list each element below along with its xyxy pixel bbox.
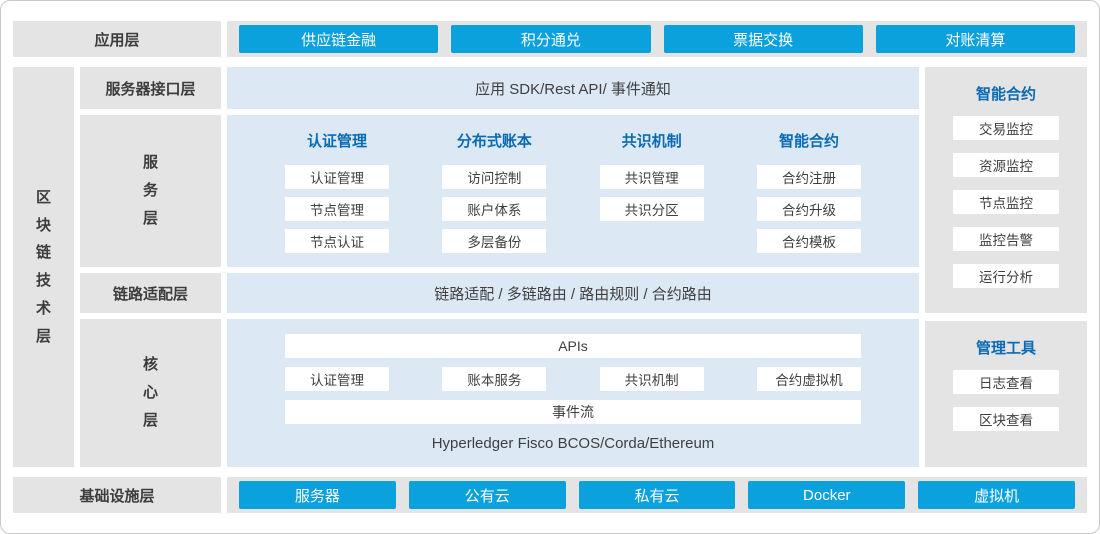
infra-layer-strip: 服务器 公有云 私有云 Docker 虚拟机: [227, 477, 1087, 513]
column-header: 分布式账本: [442, 129, 546, 151]
core-item: 认证管理: [285, 367, 389, 391]
core-layer-label: 核心层: [80, 319, 221, 467]
infra-button-private-cloud: 私有云: [579, 481, 736, 509]
event-stream-bar: 事件流: [285, 400, 861, 424]
infra-layer-label: 基础设施层: [13, 477, 221, 513]
sdk-bar: 应用 SDK/Rest API/ 事件通知: [227, 67, 919, 109]
app-layer-strip: 供应链金融 积分通兑 票据交换 对账清算: [227, 21, 1087, 57]
panel-header: 智能合约: [953, 83, 1059, 103]
service-layer-box: 认证管理 认证管理 节点管理 节点认证 分布式账本 访问控制 账户体系 多层备份…: [227, 115, 919, 267]
infra-button-server: 服务器: [239, 481, 396, 509]
service-item: 合约升级: [757, 197, 861, 221]
link-layer-label: 链路适配层: [80, 273, 221, 313]
core-item: 共识机制: [600, 367, 704, 391]
service-item: 节点管理: [285, 197, 389, 221]
service-column-smart-contract: 智能合约 合约注册 合约升级 合约模板: [757, 129, 861, 255]
core-layer-box: APIs 认证管理 账本服务 共识机制 合约虚拟机 事件流 Hyperledge…: [227, 319, 919, 467]
core-item: 合约虚拟机: [757, 367, 861, 391]
panel-header: 管理工具: [953, 337, 1059, 357]
interface-layer-label: 服务器接口层: [80, 67, 221, 109]
service-column-auth: 认证管理 认证管理 节点管理 节点认证: [285, 129, 389, 255]
infra-button-docker: Docker: [748, 481, 905, 509]
app-button-supply-chain-finance: 供应链金融: [239, 25, 438, 53]
smart-contract-panel: 智能合约 交易监控 资源监控 节点监控 监控告警 运行分析: [925, 67, 1087, 313]
panel-item: 监控告警: [953, 227, 1059, 251]
link-layer-row: 链路适配层 链路适配 / 多链路由 / 路由规则 / 合约路由: [80, 273, 919, 313]
column-header: 认证管理: [285, 129, 389, 151]
service-column-ledger: 分布式账本 访问控制 账户体系 多层备份: [442, 129, 546, 255]
panel-item: 节点监控: [953, 190, 1059, 214]
panel-item: 区块查看: [953, 407, 1059, 431]
core-layer-row: 核心层 APIs 认证管理 账本服务 共识机制 合约虚拟机 事件流 Hyperl…: [80, 319, 919, 467]
service-item: 共识管理: [600, 165, 704, 189]
core-items-row: 认证管理 账本服务 共识机制 合约虚拟机: [285, 367, 861, 391]
app-button-points-exchange: 积分通兑: [451, 25, 650, 53]
service-layer-row: 服务层 认证管理 认证管理 节点管理 节点认证 分布式账本 访问控制 账户体系 …: [80, 115, 919, 267]
core-item: 账本服务: [442, 367, 546, 391]
right-panels: 智能合约 交易监控 资源监控 节点监控 监控告警 运行分析 管理工具 日志查看 …: [925, 67, 1087, 467]
panel-item: 运行分析: [953, 264, 1059, 288]
blockchain-tech-band: 区块链技术层 服务器接口层 应用 SDK/Rest API/ 事件通知 服务层 …: [13, 67, 1087, 467]
infra-button-vm: 虚拟机: [918, 481, 1075, 509]
app-button-bill-exchange: 票据交换: [664, 25, 863, 53]
management-tools-panel: 管理工具 日志查看 区块查看: [925, 321, 1087, 467]
link-bar: 链路适配 / 多链路由 / 路由规则 / 合约路由: [227, 273, 919, 313]
app-layer-row: 应用层 供应链金融 积分通兑 票据交换 对账清算: [13, 21, 1087, 57]
architecture-diagram: 应用层 供应链金融 积分通兑 票据交换 对账清算 区块链技术层 服务器接口层 应…: [0, 0, 1100, 534]
panel-item: 资源监控: [953, 153, 1059, 177]
panel-item: 日志查看: [953, 370, 1059, 394]
blockchain-tech-layer-label: 区块链技术层: [13, 67, 74, 467]
service-column-consensus: 共识机制 共识管理 共识分区: [600, 129, 704, 255]
column-header: 共识机制: [600, 129, 704, 151]
service-item: 共识分区: [600, 197, 704, 221]
panel-item: 交易监控: [953, 116, 1059, 140]
infra-button-public-cloud: 公有云: [409, 481, 566, 509]
infra-layer-row: 基础设施层 服务器 公有云 私有云 Docker 虚拟机: [13, 477, 1087, 513]
service-layer-label: 服务层: [80, 115, 221, 267]
app-button-reconciliation: 对账清算: [876, 25, 1075, 53]
interface-layer-row: 服务器接口层 应用 SDK/Rest API/ 事件通知: [80, 67, 919, 109]
service-item: 访问控制: [442, 165, 546, 189]
service-item: 账户体系: [442, 197, 546, 221]
service-item: 合约注册: [757, 165, 861, 189]
column-header: 智能合约: [757, 129, 861, 151]
service-item: 认证管理: [285, 165, 389, 189]
service-item: 合约模板: [757, 229, 861, 253]
apis-bar: APIs: [285, 334, 861, 358]
platforms-text: Hyperledger Fisco BCOS/Corda/Ethereum: [285, 433, 861, 452]
app-layer-label: 应用层: [13, 21, 221, 57]
service-item: 节点认证: [285, 229, 389, 253]
service-item: 多层备份: [442, 229, 546, 253]
tech-layer-rows: 服务器接口层 应用 SDK/Rest API/ 事件通知 服务层 认证管理 认证…: [80, 67, 919, 467]
